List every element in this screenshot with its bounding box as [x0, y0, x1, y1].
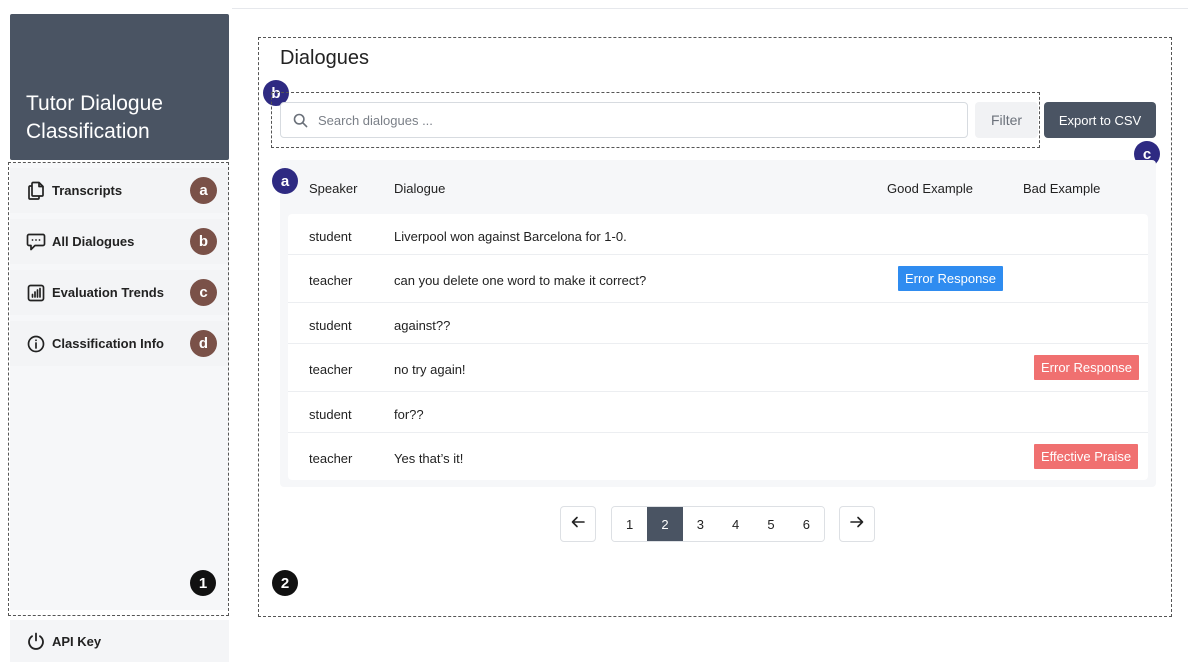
dialogue-cell: Yes that’s it!: [394, 451, 464, 466]
export-csv-button[interactable]: Export to CSV: [1044, 102, 1156, 138]
bar-chart-icon: [23, 284, 49, 302]
app-brand-header: Tutor Dialogue Classification: [10, 14, 229, 160]
callout-badge: a: [190, 177, 217, 204]
sidebar-item-label: Evaluation Trends: [52, 285, 164, 300]
page-button[interactable]: 1: [612, 507, 648, 541]
dialogue-cell: against??: [394, 318, 451, 333]
speaker-cell: teacher: [309, 362, 353, 377]
info-icon: [23, 335, 49, 353]
speaker-cell: student: [309, 318, 352, 333]
sidebar-item-api-key[interactable]: API Key: [10, 620, 229, 662]
sidebar-item-classification-info[interactable]: Classification Info d: [10, 321, 229, 366]
table-row[interactable]: teacher no try again! Error Response: [288, 344, 1148, 392]
speaker-cell: teacher: [309, 273, 353, 288]
pagination-next-button[interactable]: [839, 506, 875, 542]
dialogue-cell: can you delete one word to make it corre…: [394, 273, 647, 288]
page-button-current[interactable]: 2: [647, 507, 683, 541]
step-marker-1: 1: [190, 570, 216, 596]
page-button[interactable]: 6: [788, 507, 824, 541]
callout-badge: c: [190, 279, 217, 306]
sidebar-item-evaluation-trends[interactable]: Evaluation Trends c: [10, 270, 229, 315]
good-example-tag[interactable]: Error Response: [898, 266, 1004, 291]
documents-icon: [23, 181, 49, 200]
search-field[interactable]: [280, 102, 968, 138]
column-header-speaker: Speaker: [309, 181, 358, 196]
sidebar-item-label: API Key: [52, 633, 102, 649]
callout-badge: d: [190, 330, 217, 357]
arrow-left-icon: [571, 515, 585, 533]
dialogue-cell: for??: [394, 407, 424, 422]
callout-badge: b: [190, 228, 217, 255]
pagination: 1 2 3 4 5 6: [611, 506, 825, 542]
top-divider: [232, 8, 1188, 9]
dialogue-cell: no try again!: [394, 362, 466, 377]
bad-example-tag[interactable]: Error Response: [1034, 355, 1140, 380]
speaker-cell: student: [309, 407, 352, 422]
page-button[interactable]: 5: [753, 507, 789, 541]
column-header-dialogue: Dialogue: [394, 181, 446, 196]
table-row[interactable]: teacher can you delete one word to make …: [288, 255, 1148, 303]
sidebar-item-all-dialogues[interactable]: All Dialogues b: [10, 219, 229, 264]
search-input[interactable]: [318, 112, 938, 128]
sidebar-item-transcripts[interactable]: Transcripts a: [10, 168, 229, 213]
page-button[interactable]: 3: [682, 507, 718, 541]
arrow-right-icon: [850, 515, 864, 533]
sidebar-item-label: Transcripts: [52, 183, 123, 198]
bad-example-tag[interactable]: Effective Praise: [1034, 444, 1139, 469]
app-title: Tutor Dialogue Classification: [26, 92, 163, 143]
filter-button[interactable]: Filter: [975, 102, 1038, 138]
page-title: Dialogues: [280, 47, 369, 69]
speaker-cell: teacher: [309, 451, 353, 466]
callout-badge: a: [272, 168, 298, 194]
table-row[interactable]: student Liverpool won against Barcelona …: [288, 214, 1148, 255]
page-button[interactable]: 4: [717, 507, 754, 541]
sidebar-item-label: Classification Info: [52, 336, 164, 351]
step-marker-2: 2: [272, 570, 298, 596]
pagination-prev-button[interactable]: [560, 506, 596, 542]
table-row[interactable]: student for??: [288, 392, 1148, 433]
dialogue-cell: Liverpool won against Barcelona for 1-0.: [394, 229, 627, 244]
sidebar-item-label: All Dialogues: [52, 234, 135, 249]
table-row[interactable]: student against??: [288, 303, 1148, 344]
column-header-bad-example: Bad Example: [1023, 181, 1101, 196]
search-icon: [293, 113, 308, 128]
power-icon: [23, 632, 49, 651]
chat-bubble-icon: [23, 233, 49, 251]
table-row[interactable]: teacher Yes that’s it! Effective Praise: [288, 433, 1148, 480]
column-header-good-example: Good Example: [887, 181, 973, 196]
speaker-cell: student: [309, 229, 352, 244]
